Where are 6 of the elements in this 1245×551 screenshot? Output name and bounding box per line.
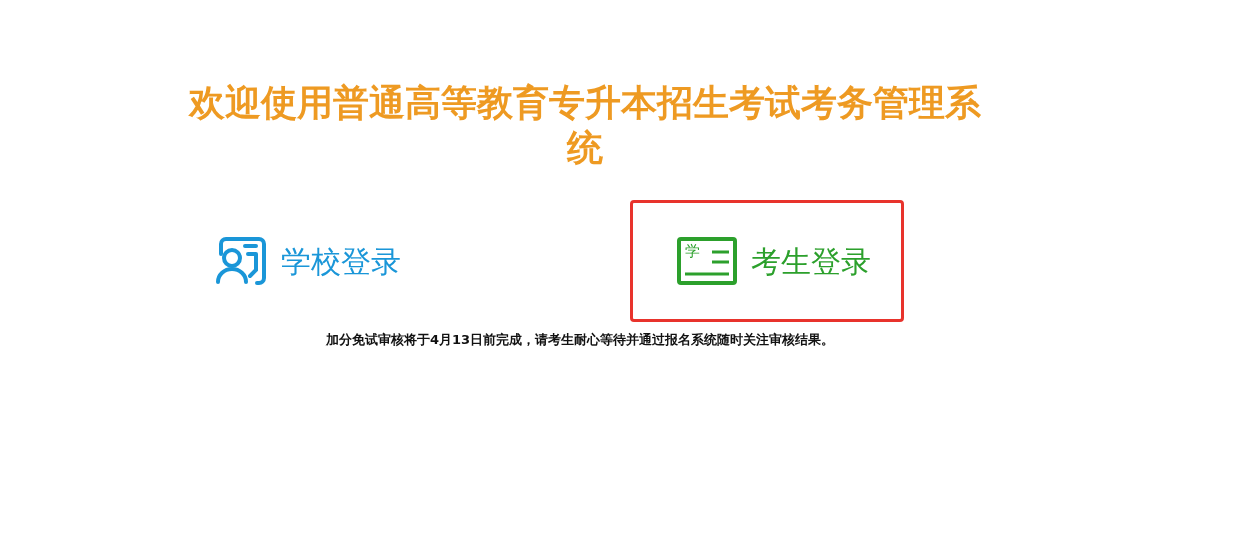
icon-character: 学 xyxy=(685,244,700,262)
login-option[interactable]: 学 考生登录 xyxy=(630,200,904,322)
notice-text: 加分免试审核将于4月13日前完成，请考生耐心等待并通过报名系统随时关注审核结果。 xyxy=(324,331,836,349)
page-title: 欢迎使用普通高等教育专升本招生考试考务管理系统 xyxy=(187,81,982,170)
login-option[interactable]: 学校登录 xyxy=(180,200,434,322)
user-card-icon xyxy=(215,236,267,286)
